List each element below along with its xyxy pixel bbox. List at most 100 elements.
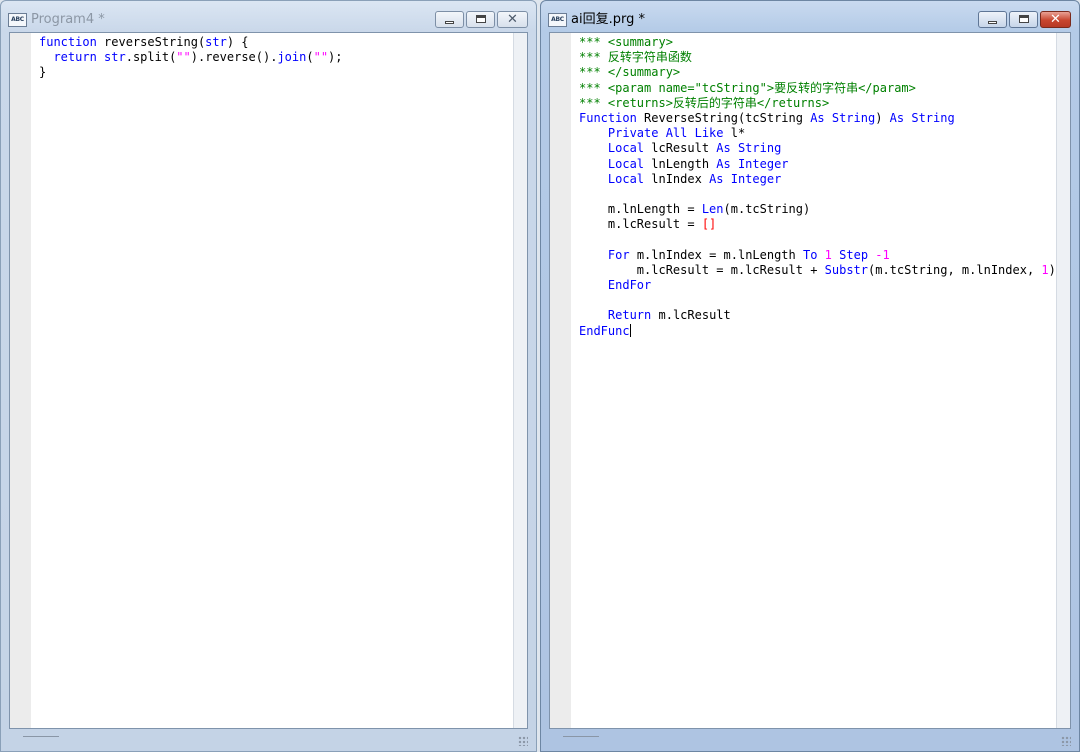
code-token: lnLength	[644, 156, 717, 171]
code-line[interactable]: Return m.lcResult	[579, 308, 1070, 323]
maximize-icon	[1019, 15, 1029, 23]
code-token: m.lcResult	[651, 308, 731, 323]
text-cursor	[629, 323, 631, 337]
minimize-button[interactable]	[435, 11, 464, 28]
code-line[interactable]: *** <param name="tcString">要反转的字符串</para…	[579, 81, 1070, 96]
close-icon: ✕	[1050, 12, 1061, 27]
status-bar	[541, 729, 1079, 751]
code-line[interactable]: EndFunc	[579, 323, 1070, 339]
code-token: *** <param name="tcString">要反转的字符串</para…	[579, 80, 916, 95]
code-line[interactable]: Local lnIndex As Integer	[579, 172, 1070, 187]
code-token: join	[277, 50, 307, 65]
code-token: ReverseString(tcString	[636, 110, 811, 125]
close-button[interactable]: ✕	[497, 11, 528, 28]
title-bar[interactable]: ABC Program4 * ✕	[1, 1, 536, 33]
code-token: ).reverse().	[190, 50, 278, 65]
minimize-icon	[445, 21, 454, 24]
code-line[interactable]: m.lnLength = Len(m.tcString)	[579, 202, 1070, 217]
code-token: EndFor	[607, 278, 652, 292]
code-token: m.lcResult = m.lcResult +	[579, 262, 825, 277]
maximize-icon	[476, 15, 486, 23]
code-line[interactable]: Local lnLength As Integer	[579, 157, 1070, 172]
code-line[interactable]: EndFor	[579, 278, 1070, 293]
code-line[interactable]: return str.split("").reverse().join("");	[39, 50, 527, 65]
code-token: Len	[701, 202, 724, 217]
code-line[interactable]: *** <returns>反转后的字符串</returns>	[579, 96, 1070, 111]
code-token: *** <returns>反转后的字符串</returns>	[579, 95, 830, 110]
code-line[interactable]: *** </summary>	[579, 65, 1070, 80]
code-text[interactable]: function reverseString(str) { return str…	[39, 35, 527, 81]
code-line[interactable]: Local lcResult As String	[579, 141, 1070, 156]
code-token: Local	[607, 156, 645, 171]
code-token: );	[328, 50, 343, 65]
editor-gutter	[10, 33, 31, 728]
code-token: Substr	[824, 262, 868, 277]
code-line[interactable]: Function ReverseString(tcString As Strin…	[579, 111, 1070, 126]
status-bar	[1, 729, 536, 751]
code-line[interactable]: For m.lnIndex = m.lnLength To 1 Step -1	[579, 248, 1070, 263]
code-token: ""	[176, 50, 191, 65]
editor-gutter	[550, 33, 571, 728]
maximize-button[interactable]	[1009, 11, 1038, 28]
code-token: (m.tcString, m.lnIndex,	[868, 262, 1042, 277]
code-token: (m.tcString)	[723, 202, 811, 217]
code-line[interactable]: Private All Like l*	[579, 126, 1070, 141]
code-line[interactable]: *** 反转字符串函数	[579, 50, 1070, 65]
code-line[interactable]: function reverseString(str) {	[39, 35, 527, 50]
status-divider	[563, 736, 599, 737]
ai-reply-window[interactable]: ABC ai回复.prg * ✕ *** <summary> *** 反转字符串函…	[540, 0, 1080, 752]
code-token: *** </summary>	[579, 65, 681, 80]
vertical-scrollbar[interactable]	[1056, 33, 1070, 728]
abc-editor-icon: ABC	[548, 13, 567, 27]
code-token: As String	[889, 110, 955, 125]
code-token: As Integer	[709, 171, 782, 186]
code-line[interactable]	[579, 232, 1070, 247]
code-token: []	[701, 217, 717, 232]
code-token: As String	[810, 110, 876, 125]
program4-window[interactable]: ABC Program4 * ✕ function reverseString(…	[0, 0, 537, 752]
code-token: )	[1048, 262, 1056, 277]
maximize-button[interactable]	[466, 11, 495, 28]
code-line[interactable]	[579, 293, 1070, 308]
code-line[interactable]: *** <summary>	[579, 35, 1070, 50]
code-token: lnIndex	[644, 171, 710, 186]
code-editor[interactable]: *** <summary> *** 反转字符串函数 *** </summary> **…	[549, 32, 1071, 729]
code-token: return	[39, 50, 105, 65]
code-line[interactable]: }	[39, 65, 527, 80]
resize-grip[interactable]	[518, 736, 528, 746]
code-line[interactable]: m.lcResult = m.lcResult + Substr(m.tcStr…	[579, 263, 1070, 278]
window-controls: ✕	[976, 11, 1071, 28]
resize-grip[interactable]	[1061, 736, 1071, 746]
window-title: Program4 *	[31, 12, 105, 27]
window-controls: ✕	[433, 11, 528, 28]
code-token: str	[104, 50, 126, 65]
code-token: As Integer	[716, 156, 789, 171]
code-text[interactable]: *** <summary> *** 反转字符串函数 *** </summary> **…	[579, 35, 1070, 339]
code-token: EndFunc	[579, 323, 630, 338]
code-token: function	[39, 35, 97, 49]
vertical-scrollbar[interactable]	[513, 33, 527, 728]
code-token: *** 反转字符串函数	[579, 50, 692, 65]
code-token: lcResult	[644, 141, 717, 156]
title-bar[interactable]: ABC ai回复.prg * ✕	[541, 1, 1079, 33]
code-editor[interactable]: function reverseString(str) { return str…	[9, 32, 528, 729]
minimize-button[interactable]	[978, 11, 1007, 28]
code-token: Private All Like	[607, 126, 724, 141]
code-token: )	[875, 110, 890, 125]
code-token: (	[306, 50, 314, 65]
code-token: 1	[1041, 262, 1049, 277]
minimize-icon	[988, 21, 997, 24]
code-token: For	[607, 247, 630, 262]
code-token: m.lcResult =	[579, 217, 702, 232]
code-token: To	[802, 247, 818, 262]
code-line[interactable]: m.lcResult = []	[579, 217, 1070, 232]
code-token: Local	[607, 171, 645, 186]
close-button[interactable]: ✕	[1040, 11, 1071, 28]
code-line[interactable]	[579, 187, 1070, 202]
code-token: Local	[607, 141, 645, 156]
